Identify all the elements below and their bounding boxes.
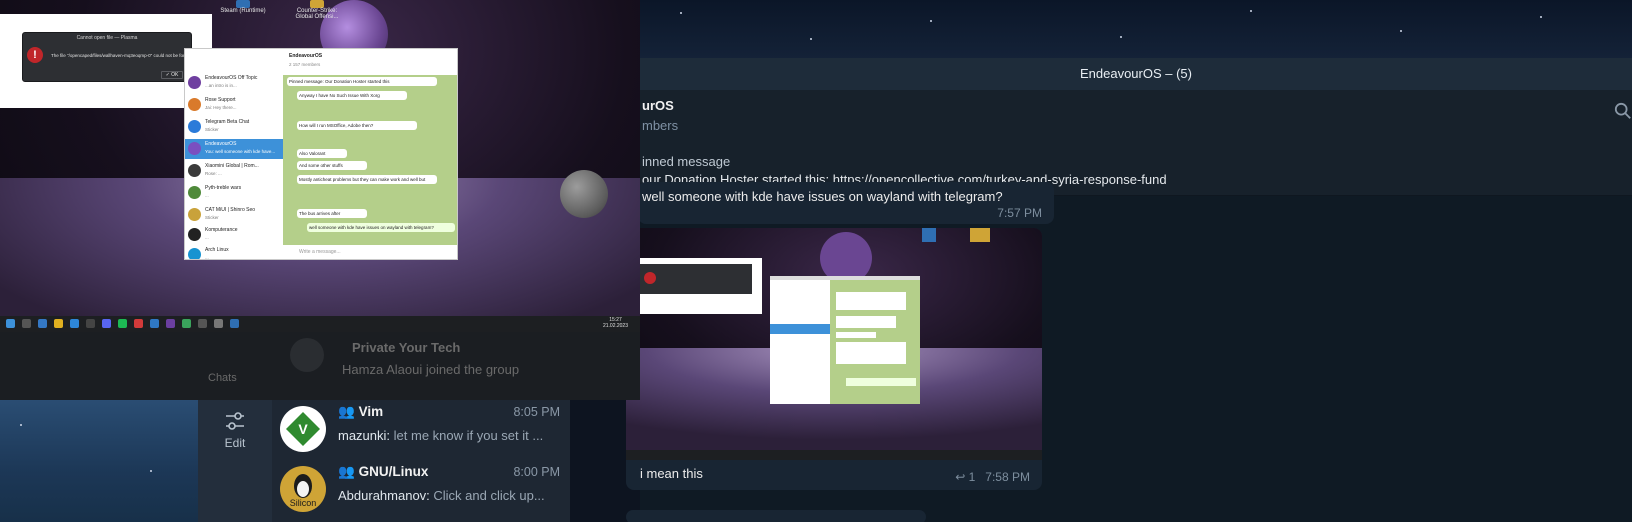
folder-sidebar: Edit: [198, 400, 272, 522]
list-item-active[interactable]: EndeavourOS You: well someone with kde ha…: [185, 139, 283, 159]
mini-chat-pane: EndeavourOS 2 157 members Pinned message…: [283, 49, 457, 259]
message-time: 7:57 PM: [997, 206, 1042, 220]
browser-icon[interactable]: [54, 319, 63, 328]
mini-bubble: How will I run MSOffice, Adobe then?: [297, 121, 417, 130]
desktop-icon-label[interactable]: Counter-Strike: Global Offensi...: [294, 8, 340, 20]
app-icon[interactable]: [198, 319, 207, 328]
mini-bubble: Also Valorant: [297, 149, 347, 158]
edit-button[interactable]: Edit: [198, 436, 272, 450]
attached-screenshot[interactable]: [626, 228, 1042, 460]
mini-bubble-own: well someone with kde have issues on way…: [307, 223, 455, 232]
clock[interactable]: 15:27 21.02.2023: [603, 317, 628, 329]
message-time: 7:58 PM: [985, 470, 1030, 484]
telegram-icon[interactable]: [70, 319, 79, 328]
error-dialog: Cannot open file — Plasma ! The file "/o…: [22, 32, 192, 82]
group-icon: 👥: [338, 464, 355, 479]
mini-bubble: And some other stuffs: [297, 161, 367, 170]
monitor-icon[interactable]: [182, 319, 191, 328]
mini-telegram-window: EndeavourOS Off Topic ...an intro is in..…: [184, 48, 458, 260]
message-text: well someone with kde have issues on way…: [642, 189, 1003, 204]
list-item-gnu-linux[interactable]: Silicon 👥 GNU/Linux 8:00 PM Abdurahmanov…: [272, 460, 570, 520]
chat-name: Private Your Tech: [352, 340, 461, 355]
list-item-vim[interactable]: V 👥 Vim 8:05 PM mazunki: let me know if …: [272, 400, 570, 460]
reply-count[interactable]: 1: [969, 470, 976, 484]
mini-bubble: Anyway I have No Such Issue With Xorg: [297, 91, 407, 100]
mini-chat-list: EndeavourOS Off Topic ...an intro is in..…: [185, 49, 283, 259]
chat-list: V 👥 Vim 8:05 PM mazunki: let me know if …: [272, 400, 570, 522]
app-launcher-icon[interactable]: [6, 319, 15, 328]
planet: [560, 170, 608, 218]
vscode-icon[interactable]: [150, 319, 159, 328]
avatar-text: Silicon: [289, 498, 317, 508]
list-item[interactable]: Telegram Beta Chat Sticker: [185, 117, 283, 137]
steam-icon[interactable]: [236, 0, 250, 8]
steam-icon[interactable]: [230, 319, 239, 328]
desktop-screenshot: Steam (Runtime) Counter-Strike: Global O…: [0, 0, 640, 332]
spotify-icon[interactable]: [118, 319, 127, 328]
app-icon[interactable]: [134, 319, 143, 328]
mini-bubble: The bus arrives after: [297, 209, 367, 218]
ok-button[interactable]: ✓ OK: [161, 71, 183, 79]
chat-title: urOS: [642, 98, 674, 113]
message-bubble-partial[interactable]: [626, 510, 926, 522]
file-manager-icon[interactable]: [38, 319, 47, 328]
avatar: Silicon: [280, 466, 326, 512]
app-icon[interactable]: [166, 319, 175, 328]
terminal-icon[interactable]: [86, 319, 95, 328]
list-item[interactable]: Xiaomini Global | Rom... Rose: ...: [185, 161, 283, 181]
vim-logo-icon: V: [286, 412, 320, 446]
taskbar: 15:27 21.02.2023: [0, 316, 640, 332]
window-title: EndeavourOS – (5): [640, 58, 1632, 90]
svg-text:V: V: [298, 421, 308, 437]
chats-label: Chats: [208, 372, 237, 384]
discord-icon[interactable]: [102, 319, 111, 328]
mini-chat-header[interactable]: EndeavourOS 2 157 members: [283, 49, 457, 75]
chat-preview: Hamza Alaoui joined the group: [342, 362, 520, 377]
chat-time: 8:05 PM: [513, 405, 560, 419]
list-item[interactable]: Arch Linux...: [185, 245, 283, 259]
chat-member-count: mbers: [642, 118, 679, 133]
dialog-title: Cannot open file — Plasma: [76, 35, 138, 41]
pager-icon[interactable]: [22, 319, 31, 328]
wallpaper-sky: [640, 0, 1632, 60]
avatar: [290, 338, 324, 372]
list-item[interactable]: Rose Support Jai: Hey there...: [185, 95, 283, 115]
desktop-icon-label[interactable]: Steam (Runtime): [220, 8, 266, 14]
search-icon[interactable]: [1614, 102, 1632, 120]
group-icon: 👥: [338, 404, 355, 419]
csgo-icon[interactable]: [310, 0, 324, 8]
screenshot-thumbnail: [626, 228, 1042, 460]
chat-preview: Abdurahmanov: Click and click up...: [338, 488, 545, 503]
pinned-message-label[interactable]: inned message: [642, 154, 730, 169]
sliders-icon[interactable]: [224, 410, 246, 432]
window-icon[interactable]: [214, 319, 223, 328]
wallpaper-sky-bottom: [0, 400, 200, 522]
chat-time: 8:00 PM: [513, 465, 560, 479]
chat-header[interactable]: urOS mbers inned message our Donation Ho…: [640, 90, 1632, 196]
list-item[interactable]: CAT MiUI | Shinro Seo Sticker: [185, 205, 283, 225]
mini-bubble: Mostly anticheat problems but they can m…: [297, 175, 437, 184]
chat-name: 👥 Vim: [338, 404, 384, 419]
message-meta: ↩ 1 7:58 PM: [955, 470, 1030, 484]
reply-arrow-icon[interactable]: ↩: [955, 470, 965, 484]
list-item[interactable]: EndeavourOS Off Topic ...an intro is in..…: [185, 73, 283, 93]
message-bubble[interactable]: well someone with kde have issues on way…: [638, 182, 1054, 224]
mini-bubble: Pinned message: Our Donation Hoster star…: [287, 77, 437, 86]
message-text: i mean this: [640, 466, 703, 481]
list-item[interactable]: Komputerance...: [185, 225, 283, 245]
chat-name: 👥 GNU/Linux: [338, 464, 429, 479]
error-screenshot: Cannot open file — Plasma ! The file "/o…: [0, 14, 212, 108]
avatar: V: [280, 406, 326, 452]
chat-preview: mazunki: let me know if you set it ...: [338, 428, 544, 443]
message-bubble-screenshot[interactable]: i mean this ↩ 1 7:58 PM: [626, 228, 1042, 490]
list-item[interactable]: Pyth-treble wars...: [185, 183, 283, 203]
error-icon: !: [27, 47, 43, 63]
dialog-message: The file "/opencaped/files/wallhaven-mq3…: [51, 53, 191, 58]
mini-message-input[interactable]: Write a message...: [283, 245, 457, 259]
ghost-chat-row: Chats Private Your Tech Hamza Alaoui joi…: [0, 332, 640, 400]
